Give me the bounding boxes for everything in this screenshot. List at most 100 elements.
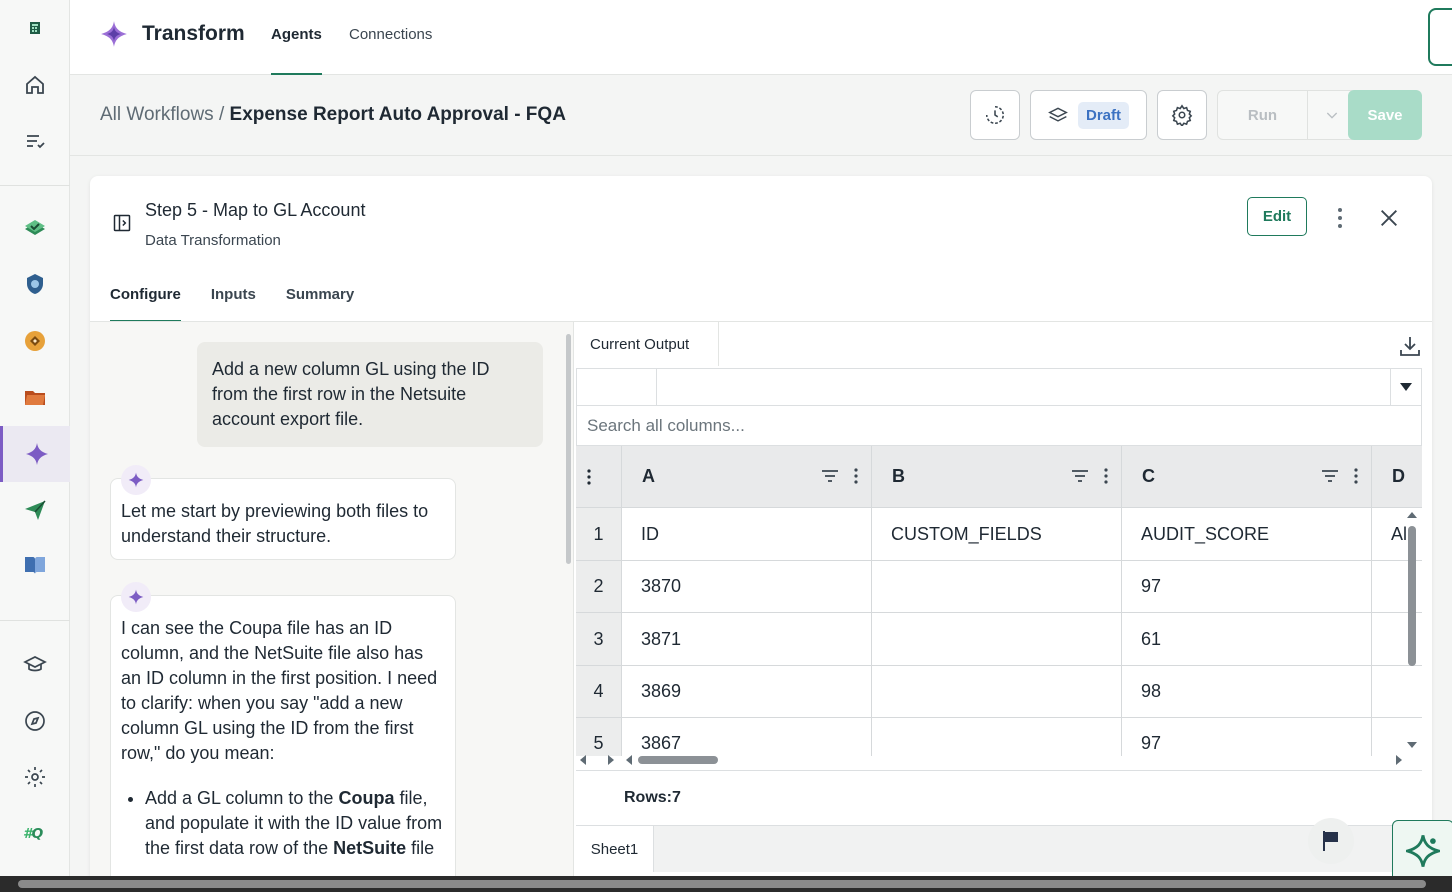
check-layers-icon[interactable] [0, 200, 70, 256]
sheet-tab-sheet1[interactable]: Sheet1 [576, 826, 654, 872]
table-cell[interactable] [872, 718, 1122, 756]
flag-icon [1323, 831, 1338, 851]
column-header-a[interactable]: A [622, 446, 872, 508]
table-cell[interactable]: CUSTOM_FIELDS [872, 508, 1122, 561]
table-cell[interactable] [872, 561, 1122, 613]
table-cell[interactable]: 97 [1122, 718, 1372, 756]
formula-bar [576, 368, 1422, 406]
search-columns-input[interactable]: Search all columns... [576, 406, 1422, 446]
chevron-down-icon [1326, 112, 1338, 119]
tab-connections[interactable]: Connections [349, 26, 432, 75]
step-subtitle: Data Transformation [145, 232, 281, 249]
top-right-button[interactable] [1428, 8, 1452, 66]
filter-icon[interactable] [1321, 469, 1339, 483]
scroll-down-icon[interactable] [1404, 740, 1420, 750]
sync-icon[interactable] [0, 313, 70, 369]
compass-icon[interactable] [0, 693, 70, 749]
sparkle-icon [128, 589, 144, 605]
grid-horizontal-scrollbar[interactable] [576, 752, 1406, 768]
table-cell[interactable]: AUDIT_SCORE [1122, 508, 1372, 561]
column-header-b[interactable]: B [872, 446, 1122, 508]
table-cell[interactable]: ID [622, 508, 872, 561]
filter-icon[interactable] [1071, 469, 1089, 483]
scroll-left-icon[interactable] [578, 752, 588, 768]
edit-button[interactable]: Edit [1247, 197, 1307, 236]
cell-reference-input[interactable] [577, 369, 657, 405]
book-icon[interactable] [0, 537, 70, 593]
tasks-icon[interactable] [0, 113, 70, 169]
more-options-icon[interactable] [1103, 468, 1109, 484]
close-icon[interactable] [1378, 207, 1400, 234]
tab-configure[interactable]: Configure [110, 286, 181, 322]
grid-corner-menu[interactable] [576, 446, 622, 508]
scroll-right-icon[interactable] [606, 752, 616, 768]
svg-text:Q: Q [32, 826, 44, 842]
more-options-icon[interactable] [853, 468, 859, 484]
send-icon[interactable] [0, 482, 70, 538]
save-button[interactable]: Save [1348, 90, 1422, 140]
assistant-launcher-button[interactable] [1392, 820, 1452, 882]
formula-dropdown[interactable] [1391, 369, 1421, 405]
breadcrumb-all-workflows[interactable]: All Workflows [100, 104, 214, 125]
table-cell[interactable] [872, 666, 1122, 718]
formula-input[interactable] [657, 369, 1391, 405]
run-button[interactable]: Run [1217, 90, 1357, 140]
output-sheet: Current Output Search all columns... A B [573, 322, 1432, 892]
more-options-icon [587, 468, 591, 485]
tab-inputs[interactable]: Inputs [211, 286, 256, 322]
grid-app-icon[interactable] [0, 0, 70, 56]
step-title: Step 5 - Map to GL Account [145, 200, 366, 220]
more-options-icon[interactable] [1353, 468, 1359, 484]
more-options-icon[interactable] [1330, 206, 1350, 235]
chat-scrollbar[interactable] [563, 322, 573, 892]
graduation-icon[interactable] [0, 637, 70, 693]
shield-icon[interactable] [0, 256, 70, 312]
tab-agents[interactable]: Agents [271, 26, 322, 75]
table-cell[interactable]: 3871 [622, 613, 872, 666]
download-icon[interactable] [1398, 334, 1422, 363]
table-cell[interactable]: 61 [1122, 613, 1372, 666]
data-grid: A B C D 1 ID CUSTOM_FIELDS AUDIT_SCORE A… [576, 446, 1422, 756]
scroll-right-icon[interactable] [1394, 752, 1404, 768]
assistant-message: I can see the Coupa file has an ID colum… [110, 582, 456, 892]
settings-button[interactable] [1157, 90, 1207, 140]
table-cell[interactable]: 3870 [622, 561, 872, 613]
sparkle-icon [128, 472, 144, 488]
table-cell[interactable] [872, 613, 1122, 666]
brand[interactable]: Transform [100, 20, 245, 48]
assistant-text: Let me start by previewing both files to… [121, 501, 429, 546]
scroll-left-icon[interactable] [624, 752, 634, 768]
table-cell[interactable]: 97 [1122, 561, 1372, 613]
option-list: Add a GL column to the Coupa file, and p… [145, 786, 445, 861]
table-cell[interactable]: 3867 [622, 718, 872, 756]
step-panel: Step 5 - Map to GL Account Data Transfor… [90, 176, 1432, 892]
row-count: Rows:7 [576, 770, 1422, 826]
row-number: 4 [576, 666, 622, 718]
scroll-up-icon[interactable] [1404, 510, 1420, 520]
caret-down-icon [1400, 383, 1412, 391]
table-cell[interactable]: 3869 [622, 666, 872, 718]
tab-current-output[interactable]: Current Output [575, 322, 719, 366]
column-header-c[interactable]: C [1122, 446, 1372, 508]
gear-icon[interactable] [0, 749, 70, 805]
sparkle-icon[interactable] [0, 426, 70, 482]
draft-button[interactable]: Draft [1030, 90, 1147, 140]
tab-summary[interactable]: Summary [286, 286, 354, 322]
home-icon[interactable] [0, 57, 70, 113]
gear-icon [1171, 104, 1193, 126]
collapse-panel-icon[interactable] [112, 213, 132, 238]
assistant-avatar [121, 582, 151, 612]
folder-icon[interactable] [0, 369, 70, 425]
column-header-d[interactable]: D [1372, 446, 1422, 508]
table-cell[interactable]: 98 [1122, 666, 1372, 718]
fq-logo-icon[interactable]: # Q [0, 805, 70, 861]
run-label: Run [1247, 106, 1278, 124]
filter-icon[interactable] [821, 469, 839, 483]
flag-button[interactable] [1308, 818, 1354, 864]
page-title: Expense Report Auto Approval - FQA [229, 104, 566, 125]
page-horizontal-scrollbar[interactable] [0, 876, 1452, 892]
history-button[interactable] [970, 90, 1020, 140]
sheet-tab-bar: Sheet1 [576, 818, 1422, 872]
grid-vertical-scrollbar[interactable] [1404, 508, 1420, 756]
draft-badge: Draft [1077, 101, 1129, 129]
